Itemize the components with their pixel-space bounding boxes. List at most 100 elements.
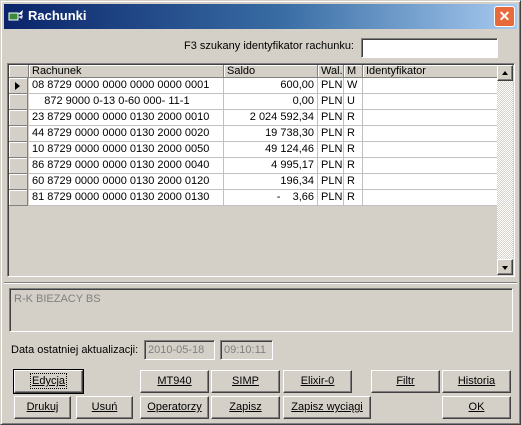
cell-m[interactable]: W — [344, 78, 363, 94]
scroll-up-button[interactable] — [497, 65, 513, 81]
ok-button[interactable]: OK — [442, 396, 511, 419]
table-row[interactable]: 86 8729 0000 0000 0130 2000 0040 4 995,17… — [9, 158, 499, 174]
cell-waluta[interactable]: PLN — [318, 174, 344, 190]
cell-m[interactable]: R — [344, 174, 363, 190]
operatorzy-button-label: Operatorzy — [147, 401, 202, 413]
cell-saldo[interactable]: 2 024 592,34 — [224, 110, 318, 126]
usun-button[interactable]: Usuń — [76, 396, 133, 419]
table-row[interactable]: 872 9000 0-13 0-60 000- 11-1 0,00 PLN U — [9, 94, 499, 110]
title-bar[interactable]: Rachunki ✕ — [4, 4, 517, 29]
close-icon: ✕ — [498, 8, 511, 24]
cell-rachunek[interactable]: 10 8729 0000 0000 0130 2000 0050 — [29, 142, 224, 158]
last-update-date-field: 2010-05-18 — [144, 340, 215, 360]
arrow-down-icon — [502, 266, 508, 270]
column-header-saldo[interactable]: Saldo — [224, 65, 318, 78]
cell-saldo[interactable]: 196,34 — [224, 174, 318, 190]
vertical-scrollbar[interactable] — [497, 65, 513, 275]
cell-m[interactable]: R — [344, 158, 363, 174]
indicator-header — [9, 65, 29, 78]
row-indicator[interactable] — [9, 78, 28, 94]
row-indicator[interactable] — [9, 190, 28, 206]
cell-saldo[interactable]: 600,00 — [224, 78, 318, 94]
operatorzy-button[interactable]: Operatorzy — [140, 396, 209, 419]
row-indicator[interactable] — [9, 94, 28, 110]
cell-saldo[interactable]: - 3,66 — [224, 190, 318, 206]
search-input[interactable] — [361, 38, 498, 58]
row-indicator[interactable] — [9, 126, 28, 142]
cell-rachunek[interactable]: 86 8729 0000 0000 0130 2000 0040 — [29, 158, 224, 174]
current-row-arrow-icon — [15, 82, 20, 90]
historia-button[interactable]: Historia — [442, 370, 511, 393]
cell-saldo[interactable]: 4 995,17 — [224, 158, 318, 174]
cell-waluta[interactable]: PLN — [318, 126, 344, 142]
cell-waluta[interactable]: PLN — [318, 158, 344, 174]
cell-waluta[interactable]: PLN — [318, 94, 344, 110]
table-row[interactable]: 44 8729 0000 0000 0130 2000 0020 19 738,3… — [9, 126, 499, 142]
window-title: Rachunki — [28, 8, 87, 23]
cell-waluta[interactable]: PLN — [318, 110, 344, 126]
column-header-identyfikator[interactable]: Identyfikator — [363, 65, 499, 78]
arrow-up-icon — [502, 71, 508, 75]
cell-m[interactable]: R — [344, 110, 363, 126]
elixir-button-label: Elixir-0 — [300, 375, 335, 387]
table-row[interactable]: 10 8729 0000 0000 0130 2000 0050 49 124,4… — [9, 142, 499, 158]
cell-m[interactable]: R — [344, 190, 363, 206]
cell-waluta[interactable]: PLN — [318, 78, 344, 94]
simp-button[interactable]: SIMP — [211, 370, 280, 393]
search-label: F3 szukany identyfikator rachunku: — [184, 40, 354, 52]
cell-m[interactable]: R — [344, 126, 363, 142]
filtr-button[interactable]: Filtr — [371, 370, 440, 393]
filtr-button-label: Filtr — [396, 375, 415, 387]
cell-m[interactable]: R — [344, 142, 363, 158]
zapisz-wyciagi-button-label: Zapisz wyciągi — [291, 401, 363, 413]
cell-identyfikator[interactable] — [363, 110, 499, 126]
column-header-waluta[interactable]: Wal. — [318, 65, 344, 78]
elixir-button[interactable]: Elixir-0 — [283, 370, 352, 393]
cell-waluta[interactable]: PLN — [318, 190, 344, 206]
cell-identyfikator[interactable] — [363, 78, 499, 94]
cell-identyfikator[interactable] — [363, 142, 499, 158]
edycja-button[interactable]: Edycja — [13, 369, 84, 394]
cell-identyfikator[interactable] — [363, 158, 499, 174]
cell-waluta[interactable]: PLN — [318, 142, 344, 158]
close-button[interactable]: ✕ — [494, 6, 515, 27]
table-row[interactable]: 81 8729 0000 0000 0130 2000 0130- 3,66 PL… — [9, 190, 499, 206]
row-indicator[interactable] — [9, 158, 28, 174]
table-row[interactable]: 23 8729 0000 0000 0130 2000 0010 2 024 59… — [9, 110, 499, 126]
mt940-button[interactable]: MT940 — [140, 370, 209, 393]
rachunki-window: Rachunki ✕ F3 szukany identyfikator rach… — [0, 0, 521, 425]
cell-rachunek[interactable]: 872 9000 0-13 0-60 000- 11-1 — [29, 94, 224, 110]
table-row[interactable]: 08 8729 0000 0000 0000 0000 0001 600,00 PL… — [9, 78, 499, 94]
edycja-button-label: Edycja — [29, 373, 68, 389]
grid-header: Rachunek Saldo Wal. M Identyfikator — [9, 65, 499, 78]
zapisz-button-label: Zapisz — [229, 401, 262, 413]
historia-button-label: Historia — [457, 375, 496, 387]
cell-saldo[interactable]: 49 124,46 — [224, 142, 318, 158]
last-update-label: Data ostatniej aktualizacji: — [11, 344, 139, 356]
cell-identyfikator[interactable] — [363, 190, 499, 206]
cell-saldo[interactable]: 0,00 — [224, 94, 318, 110]
row-indicator[interactable] — [9, 110, 28, 126]
drukuj-button[interactable]: Drukuj — [14, 396, 71, 419]
cell-m[interactable]: U — [344, 94, 363, 110]
separator — [4, 282, 517, 284]
account-description-memo[interactable]: R-K BIEZACY BS — [9, 288, 513, 332]
cell-rachunek[interactable]: 60 8729 0000 0000 0130 2000 0120 — [29, 174, 224, 190]
zapisz-wyciagi-button[interactable]: Zapisz wyciągi — [283, 396, 371, 419]
column-header-m[interactable]: M — [344, 65, 363, 78]
money-wings-icon — [8, 10, 23, 21]
cell-rachunek[interactable]: 81 8729 0000 0000 0130 2000 0130 — [29, 190, 224, 206]
table-row[interactable]: 60 8729 0000 0000 0130 2000 0120 196,34 PL… — [9, 174, 499, 190]
cell-rachunek[interactable]: 44 8729 0000 0000 0130 2000 0020 — [29, 126, 224, 142]
cell-rachunek[interactable]: 23 8729 0000 0000 0130 2000 0010 — [29, 110, 224, 126]
row-indicator[interactable] — [9, 174, 28, 190]
cell-saldo[interactable]: 19 738,30 — [224, 126, 318, 142]
cell-rachunek[interactable]: 08 8729 0000 0000 0000 0000 0001 — [29, 78, 224, 94]
scroll-down-button[interactable] — [497, 259, 513, 275]
column-header-rachunek[interactable]: Rachunek — [29, 65, 224, 78]
cell-identyfikator[interactable] — [363, 94, 499, 110]
cell-identyfikator[interactable] — [363, 174, 499, 190]
row-indicator[interactable] — [9, 142, 28, 158]
cell-identyfikator[interactable] — [363, 126, 499, 142]
zapisz-button[interactable]: Zapisz — [211, 396, 280, 419]
